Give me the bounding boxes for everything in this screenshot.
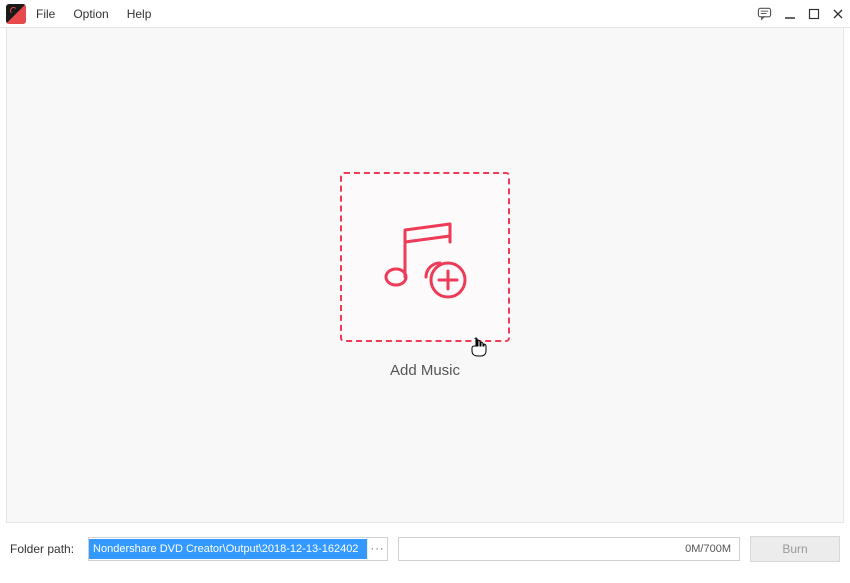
close-icon[interactable] (832, 8, 844, 20)
browse-button[interactable]: ··· (367, 538, 387, 560)
footer-bar: Folder path: ··· 0M/700M Burn (0, 523, 850, 575)
menu-help[interactable]: Help (127, 7, 152, 21)
capacity-text: 0M/700M (685, 543, 731, 555)
add-music-dropzone[interactable] (340, 172, 510, 342)
folder-path-input[interactable] (89, 539, 367, 559)
menu-option[interactable]: Option (73, 7, 108, 21)
maximize-icon[interactable] (808, 8, 820, 20)
menu-bar: File Option Help (36, 7, 151, 21)
folder-path-label: Folder path: (10, 542, 74, 556)
window-controls (757, 6, 844, 21)
app-icon (6, 4, 26, 24)
burn-button[interactable]: Burn (750, 536, 840, 562)
feedback-icon[interactable] (757, 6, 772, 21)
titlebar: File Option Help (0, 0, 850, 28)
music-plus-icon (370, 202, 480, 312)
menu-file[interactable]: File (36, 7, 55, 21)
minimize-icon[interactable] (784, 8, 796, 20)
folder-path-box: ··· (88, 537, 388, 561)
add-music-label: Add Music (390, 362, 460, 379)
capacity-bar: 0M/700M (398, 537, 740, 561)
main-area: Add Music (6, 28, 844, 523)
